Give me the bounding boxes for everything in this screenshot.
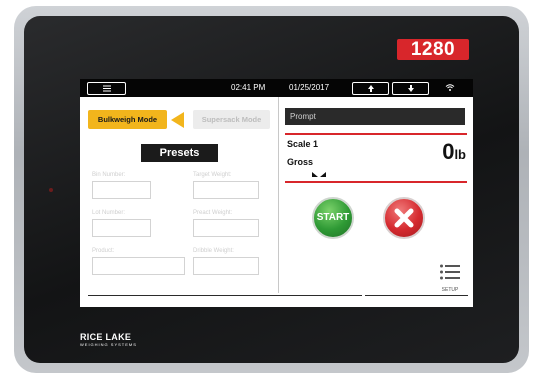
bulkweigh-mode-button[interactable]: Bulkweigh Mode: [88, 110, 167, 129]
bin-number-field[interactable]: [92, 181, 151, 199]
top-red-divider: [285, 133, 467, 135]
supersack-mode-button[interactable]: Supersack Mode: [193, 110, 270, 129]
product-label: Product:: [92, 248, 115, 254]
preact-weight-label: Preact Weight:: [193, 210, 233, 216]
presets-title: Presets: [141, 144, 218, 162]
status-bar: 02:41 PM 01/25/2017: [80, 79, 473, 97]
presets-panel: Bulkweigh Mode Supersack Mode Presets Bi…: [80, 97, 277, 307]
start-button[interactable]: START: [312, 197, 354, 239]
wifi-icon[interactable]: [445, 83, 455, 92]
power-led: [49, 188, 53, 192]
scale-panel: Prompt Scale 1 Gross 0lb START SETUP: [279, 97, 473, 307]
hamburger-icon: [102, 85, 111, 92]
setup-label: SETUP: [441, 287, 459, 293]
clock-time: 02:41 PM: [231, 83, 266, 92]
scale-name: Scale 1: [287, 139, 319, 149]
weight-display: 0lb: [442, 139, 466, 165]
selected-mode-arrow-icon: [171, 112, 184, 128]
setup-menu-icon[interactable]: [439, 262, 461, 284]
menu-button[interactable]: [87, 82, 126, 95]
touch-screen: 02:41 PM 01/25/2017 Bulkweigh Mode Super…: [80, 79, 473, 307]
arrow-down-icon: [407, 85, 414, 93]
close-icon: [394, 208, 414, 228]
down-button[interactable]: [392, 82, 429, 95]
preact-weight-field[interactable]: [193, 219, 259, 237]
weight-unit: lb: [454, 147, 466, 162]
bottom-red-divider: [285, 181, 467, 183]
dribble-weight-field[interactable]: [193, 257, 259, 275]
bin-number-label: Bin Number:: [92, 172, 126, 178]
brand-name: RICE LAKE: [80, 332, 132, 342]
target-weight-label: Target Weight:: [193, 172, 232, 178]
model-badge: 1280: [397, 39, 469, 60]
center-of-zero-icon: [312, 172, 326, 177]
stop-button[interactable]: [383, 197, 425, 239]
rice-lake-logo: RICE LAKE WEIGHING SYSTEMS: [80, 332, 137, 348]
lot-number-field[interactable]: [92, 219, 151, 237]
lot-number-label: Lot Number:: [92, 210, 126, 216]
target-weight-field[interactable]: [193, 181, 259, 199]
weigh-mode-label: Gross: [287, 157, 314, 167]
dribble-weight-label: Dribble Weight:: [193, 248, 234, 254]
prompt-bar: Prompt: [285, 108, 465, 125]
softkey-bar-left: [88, 295, 362, 296]
arrow-up-icon: [367, 85, 374, 93]
current-date: 01/25/2017: [289, 83, 330, 92]
up-button[interactable]: [352, 82, 389, 95]
product-field[interactable]: [92, 257, 185, 275]
softkey-bar-right: [365, 295, 468, 296]
weight-value: 0: [442, 139, 455, 164]
brand-tagline: WEIGHING SYSTEMS: [80, 342, 137, 347]
